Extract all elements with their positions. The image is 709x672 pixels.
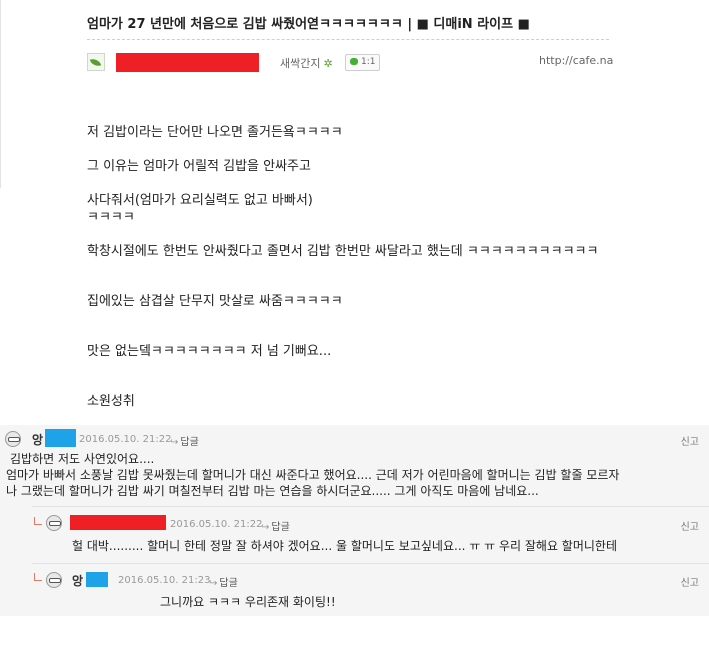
reply-button[interactable]: ↪ 답글 bbox=[261, 518, 290, 533]
commenter-avatar-icon[interactable] bbox=[46, 515, 62, 531]
body-line-4: ㅋㅋㅋㅋ bbox=[87, 210, 135, 225]
body-line-1: 저 김밥이라는 단어만 나오면 졸거든욬ㅋㅋㅋㅋ bbox=[87, 125, 343, 140]
report-button[interactable]: 신고 bbox=[681, 518, 699, 533]
body-line-5: 학창시절에도 한번도 안싸줬다고 졸면서 김밥 한번만 싸달라고 했는데 ㅋㅋㅋ… bbox=[87, 244, 599, 259]
sprout-icon: ✲ bbox=[323, 57, 333, 70]
chat-bubble-icon bbox=[350, 58, 358, 65]
commenter-name[interactable]: 앙 bbox=[72, 572, 83, 589]
report-button[interactable]: 신고 bbox=[681, 433, 699, 448]
left-divider bbox=[0, 0, 1, 188]
comment-text-line: 헐 대박......... 할머니 한테 정말 잘 하셔야 겠어요... 울 할… bbox=[72, 539, 617, 553]
report-button[interactable]: 신고 bbox=[681, 574, 699, 589]
comment-divider bbox=[32, 563, 709, 564]
commenter-avatar-icon[interactable] bbox=[5, 431, 21, 447]
reply-label: 답글 bbox=[271, 522, 290, 533]
reply-arrow-icon: ↪ bbox=[170, 437, 179, 448]
reply-label: 답글 bbox=[219, 578, 238, 589]
author-row: 새싹간지 ✲ 1:1 http://cafe.na bbox=[87, 50, 709, 76]
reply-indent-icon bbox=[34, 517, 42, 525]
board-name[interactable]: | ■ 디매iN 라이프 ■ bbox=[403, 17, 530, 32]
body-line-6: 집에있는 삼겹살 단무지 맛살로 싸줌ㅋㅋㅋㅋㅋ bbox=[87, 294, 343, 309]
redacted-commenter-name bbox=[70, 515, 166, 530]
post-url[interactable]: http://cafe.na bbox=[539, 54, 709, 67]
comment-text-line: 그니까요 ㅋㅋㅋ 우리존재 화이팅!! bbox=[160, 595, 336, 609]
reply-button[interactable]: ↪ 답글 bbox=[209, 574, 238, 589]
commenter-avatar-icon[interactable] bbox=[46, 572, 62, 588]
post-title[interactable]: 엄마가 27 년만에 처음으로 김밥 싸줬어엳ㅋㅋㅋㅋㅋㅋㅋ bbox=[87, 17, 403, 32]
body-line-2: 그 이유는 엄마가 어릴적 김밥을 안싸주고 bbox=[87, 159, 311, 174]
comment-date: 2016.05.10. 21:22 bbox=[79, 434, 172, 445]
redacted-commenter-name bbox=[86, 572, 108, 587]
reply-indent-icon bbox=[34, 573, 42, 581]
reply-arrow-icon: ↪ bbox=[261, 522, 270, 533]
comment-text-line: 나 그랬는데 할머니가 김밥 싸기 며칠전부터 김밥 마는 연습을 하시더군요.… bbox=[6, 484, 539, 498]
title-divider bbox=[87, 39, 609, 40]
comment-date: 2016.05.10. 21:23 bbox=[118, 575, 211, 586]
reply-arrow-icon: ↪ bbox=[209, 578, 218, 589]
reply-button[interactable]: ↪ 답글 bbox=[170, 433, 199, 448]
body-line-8: 소원성취 bbox=[87, 394, 135, 409]
comment-section: 앙 2016.05.10. 21:22 ↪ 답글 신고 김밥하면 저도 사연있어요… bbox=[0, 425, 709, 616]
comment-text-line: 엄마가 바빠서 소풍날 김밥 못싸줬는데 할머니가 대신 싸준다고 했어요...… bbox=[6, 468, 620, 482]
post-title-row: 엄마가 27 년만에 처음으로 김밥 싸줬어엳ㅋㅋㅋㅋㅋㅋㅋ | ■ 디매iN … bbox=[87, 13, 617, 35]
chat-button[interactable]: 1:1 bbox=[345, 54, 381, 71]
member-grade: 새싹간지 ✲ bbox=[280, 55, 333, 71]
chat-label: 1:1 bbox=[361, 57, 376, 67]
member-grade-label: 새싹간지 bbox=[280, 57, 321, 70]
commenter-name[interactable]: 앙 bbox=[32, 431, 43, 448]
redacted-author-name bbox=[116, 53, 259, 72]
leaf-avatar-icon[interactable] bbox=[87, 53, 105, 71]
reply-label: 답글 bbox=[180, 437, 199, 448]
comment-divider bbox=[32, 506, 709, 507]
comment-text-line: 김밥하면 저도 사연있어요.... bbox=[10, 452, 155, 466]
redacted-commenter-name bbox=[45, 429, 76, 447]
comment-date: 2016.05.10. 21:22 bbox=[170, 519, 263, 530]
body-line-7: 맛은 없는뎈ㅋㅋㅋㅋㅋㅋㅋㅋ 저 넘 기뻐요... bbox=[87, 344, 332, 359]
